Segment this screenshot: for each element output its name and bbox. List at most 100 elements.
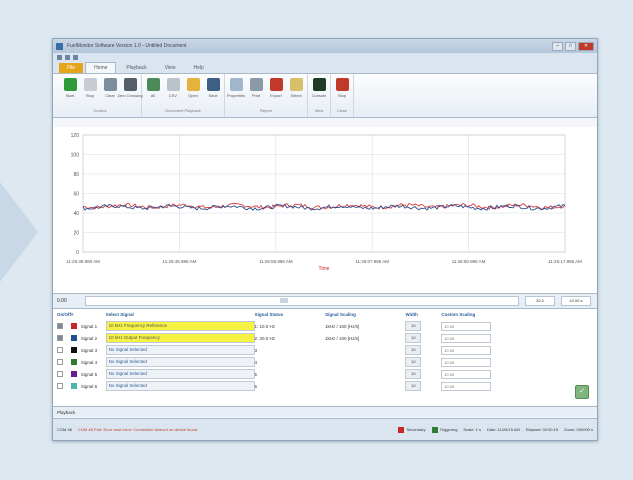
- qat-save-icon[interactable]: [57, 55, 62, 60]
- table-row: Signal 6 No Signal Selected 6 10 10.00: [53, 380, 597, 392]
- ribbon-button-console[interactable]: Console: [311, 76, 327, 107]
- signal-select[interactable]: No Signal Selected: [105, 381, 255, 391]
- title-bar: FuelMonitor Software Version 1.0 - Untit…: [53, 39, 597, 53]
- tab-view[interactable]: View: [157, 63, 184, 73]
- color-swatch[interactable]: [70, 370, 77, 377]
- ribbon-button-select[interactable]: Select: [288, 76, 304, 107]
- maximize-button[interactable]: □: [565, 41, 576, 51]
- timespan-field[interactable]: 10.00 s: [561, 296, 591, 306]
- ribbon-button-stop[interactable]: Stop: [334, 76, 350, 107]
- ribbon-button-csv[interactable]: CSV: [165, 76, 181, 107]
- playback-bar[interactable]: Playback: [53, 406, 597, 417]
- minimize-button[interactable]: –: [552, 41, 563, 51]
- apply-button[interactable]: ✓: [575, 385, 589, 399]
- row-toggle[interactable]: [53, 358, 71, 366]
- onoff-checkbox[interactable]: [57, 334, 63, 341]
- onoff-checkbox[interactable]: [57, 382, 63, 389]
- width-cell: 10: [405, 381, 441, 391]
- width-cell: 10: [405, 357, 441, 367]
- signal-dropdown[interactable]: 10 kHz Output Frequency: [105, 333, 255, 343]
- row-color[interactable]: [70, 334, 81, 342]
- x-tick-label: 11:26:07.986 AM: [355, 259, 389, 264]
- ribbon-button-properties[interactable]: Properties: [227, 76, 245, 107]
- row-color[interactable]: [70, 322, 81, 330]
- range-field[interactable]: 30.0: [525, 296, 555, 306]
- onoff-checkbox[interactable]: [57, 358, 63, 365]
- pin-icon: [269, 78, 283, 91]
- width-spinner[interactable]: 10: [405, 345, 422, 355]
- onoff-checkbox[interactable]: [57, 346, 63, 353]
- row-color[interactable]: [70, 358, 81, 366]
- custom-scaling-field[interactable]: 10.00: [441, 333, 492, 343]
- y-tick-label: 0: [76, 250, 79, 256]
- row-toggle[interactable]: [53, 382, 71, 390]
- tab-help[interactable]: Help: [185, 63, 211, 73]
- phone-icon: [123, 78, 137, 91]
- ribbon-button-all[interactable]: All: [145, 76, 161, 107]
- row-color[interactable]: [70, 382, 81, 390]
- custom-scaling-field[interactable]: 10.00: [441, 321, 492, 331]
- width-spinner[interactable]: 10: [405, 381, 422, 391]
- row-toggle[interactable]: [53, 346, 71, 354]
- header-number: #: [71, 312, 74, 317]
- width-cell: 10: [405, 321, 441, 331]
- custom-scaling-field[interactable]: 10.00: [441, 345, 492, 355]
- zoom-value: 0.00: [57, 298, 67, 304]
- custom-scaling-field[interactable]: 10.00: [441, 357, 492, 367]
- ribbon-group-4: Stop Close: [331, 74, 354, 117]
- table-row: Signal 5 No Signal Selected 5 10 10.00: [53, 368, 597, 380]
- signal-dropdown[interactable]: No Signal Selected: [105, 357, 255, 367]
- ribbon-button-zero-crossing[interactable]: Zero Crossing: [117, 76, 143, 107]
- onoff-checkbox[interactable]: [57, 322, 63, 329]
- tab-home[interactable]: Home: [85, 62, 117, 73]
- row-color[interactable]: [70, 346, 81, 354]
- signal-select[interactable]: No Signal Selected: [105, 357, 255, 367]
- custom-scaling-field[interactable]: 10.00: [441, 381, 492, 391]
- qat-print-icon[interactable]: [73, 55, 78, 60]
- color-swatch[interactable]: [70, 322, 77, 329]
- row-toggle[interactable]: [53, 322, 71, 330]
- onoff-checkbox[interactable]: [57, 370, 63, 377]
- ribbon-button-stop[interactable]: Stop: [82, 76, 98, 107]
- ribbon-button-export[interactable]: Export: [268, 76, 284, 107]
- signal-select[interactable]: 10 kHz Output Frequency: [105, 333, 255, 343]
- signal-select[interactable]: No Signal Selected: [105, 369, 255, 379]
- signal-select[interactable]: 10 kHz Frequency Reference: [105, 321, 255, 331]
- width-spinner[interactable]: 10: [405, 321, 422, 331]
- qat-open-icon[interactable]: [65, 55, 70, 60]
- signal-dropdown[interactable]: No Signal Selected: [105, 369, 255, 379]
- signal-dropdown[interactable]: No Signal Selected: [105, 381, 255, 391]
- ribbon: Start Stop Clear Zero Crossing Control All CSV…: [53, 74, 597, 118]
- ribbon-button-clear[interactable]: Clear: [102, 76, 118, 107]
- signal-dropdown[interactable]: No Signal Selected: [105, 345, 255, 355]
- chart-svg: 120 100 80 60 40 20 0 11:26:35.986 AM 11:26:45.9…: [66, 133, 582, 272]
- ribbon-button-label: Clear: [105, 93, 115, 98]
- signal-name: Signal 4: [80, 359, 98, 365]
- row-toggle[interactable]: [53, 334, 71, 342]
- width-spinner[interactable]: 10: [405, 369, 422, 379]
- row-color[interactable]: [70, 370, 81, 378]
- width-spinner[interactable]: 10: [405, 333, 422, 343]
- ribbon-button-print[interactable]: Print: [248, 76, 264, 107]
- chart-scroll-toolbar: 0.00 30.0 10.00 s: [53, 294, 597, 309]
- color-swatch[interactable]: [70, 358, 77, 365]
- scroll-thumb[interactable]: [280, 298, 289, 303]
- time-scrollbar[interactable]: [85, 296, 519, 306]
- color-swatch[interactable]: [70, 382, 77, 389]
- tab-file[interactable]: File: [59, 63, 84, 73]
- color-swatch[interactable]: [70, 346, 77, 353]
- row-toggle[interactable]: [53, 370, 71, 378]
- table-row: Signal 2 10 kHz Output Frequency 2: 20.0 H…: [53, 332, 597, 344]
- tab-playback[interactable]: Playback: [118, 63, 154, 73]
- color-swatch[interactable]: [70, 334, 77, 341]
- ribbon-button-open[interactable]: Open: [185, 76, 201, 107]
- ribbon-button-save[interactable]: Save: [205, 76, 221, 107]
- close-button[interactable]: ✕: [578, 41, 594, 51]
- ribbon-button-start[interactable]: Start: [62, 76, 78, 107]
- ribbon-group-name: Document Playback: [165, 108, 201, 113]
- custom-cell: 10.00: [441, 357, 597, 367]
- width-spinner[interactable]: 10: [405, 357, 422, 367]
- custom-scaling-field[interactable]: 10.00: [441, 369, 492, 379]
- signal-select[interactable]: No Signal Selected: [105, 345, 255, 355]
- signal-dropdown[interactable]: 10 kHz Frequency Reference: [105, 321, 255, 331]
